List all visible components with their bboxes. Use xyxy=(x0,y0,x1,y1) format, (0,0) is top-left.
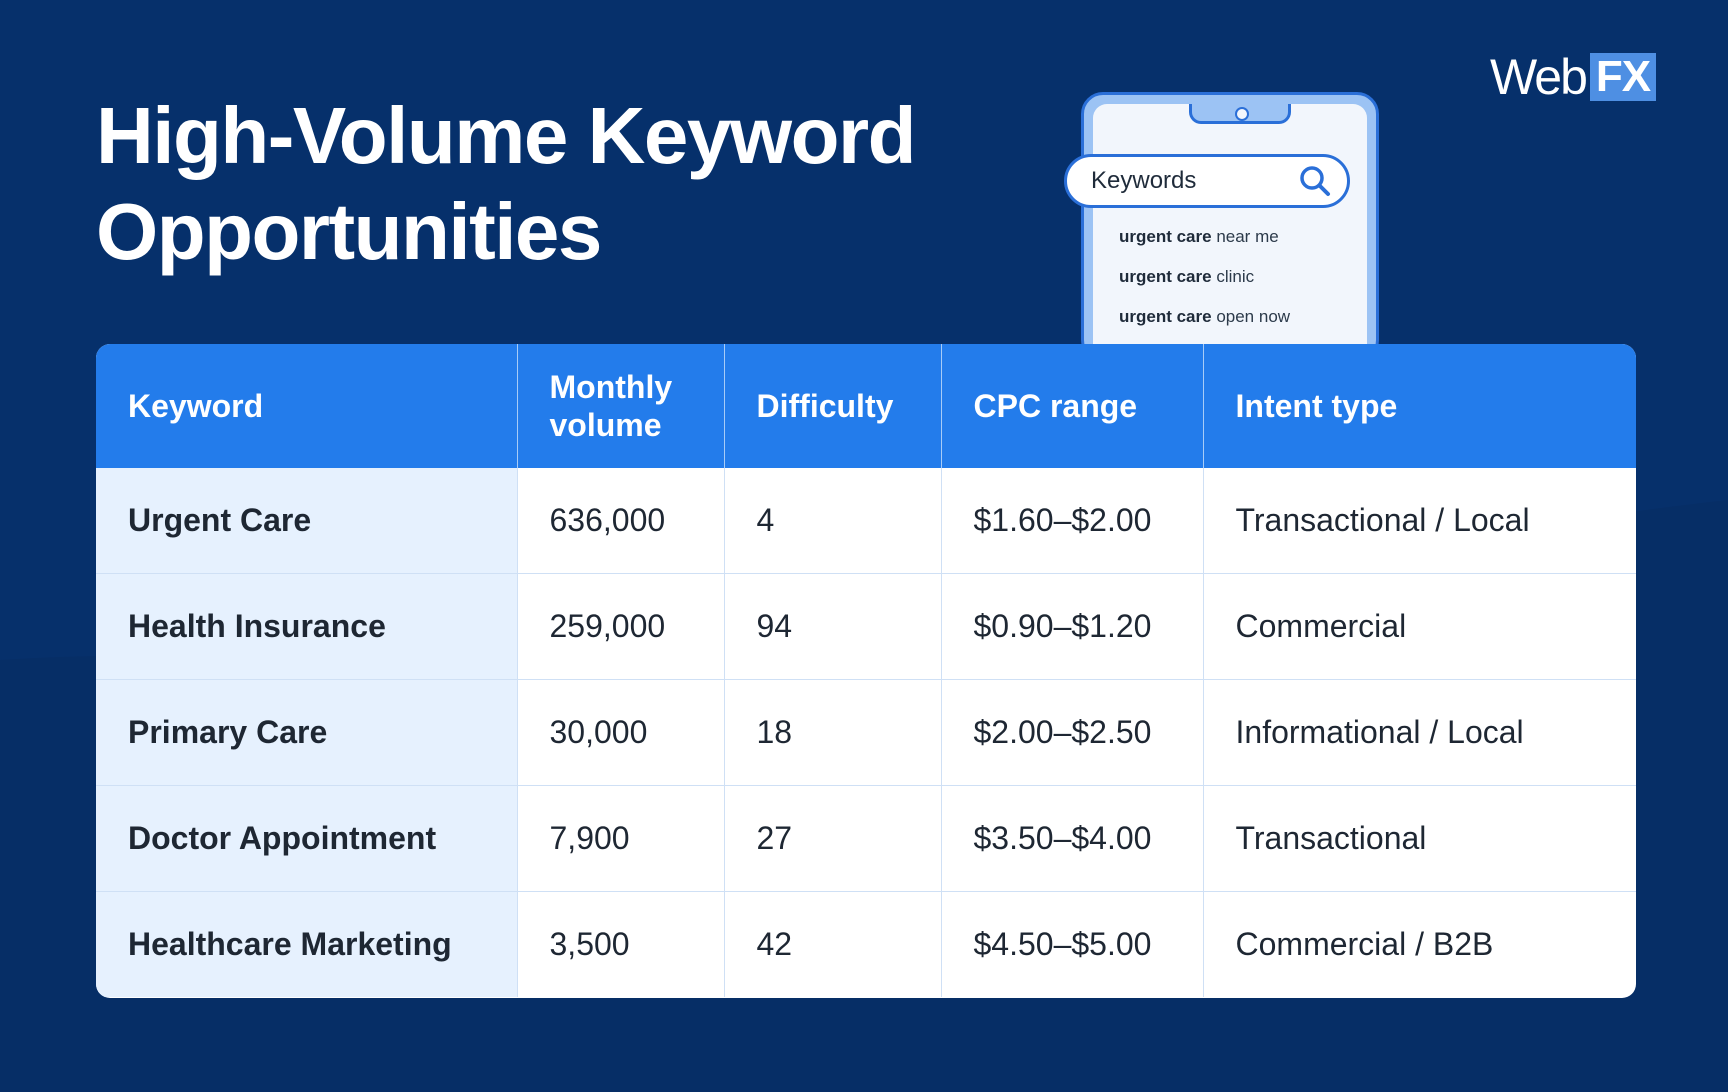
search-input-text: Keywords xyxy=(1091,167,1197,194)
camera-icon xyxy=(1235,107,1249,121)
cell-volume: 3,500 xyxy=(516,891,724,997)
logo-web-text: Web xyxy=(1490,49,1588,105)
table-row: Doctor Appointment 7,900 27 $3.50–$4.00 … xyxy=(96,785,1636,892)
header-cpc-range: CPC range xyxy=(940,344,1203,468)
webfx-logo: Web FX xyxy=(1490,49,1657,105)
header-monthly-volume: Monthly volume xyxy=(516,344,724,468)
cell-difficulty: 94 xyxy=(723,573,941,680)
cell-difficulty: 42 xyxy=(723,891,941,997)
suggestion-item[interactable]: urgent care clinic xyxy=(1119,264,1290,304)
suggestion-rest: clinic xyxy=(1211,267,1255,286)
table-row: Primary Care 30,000 18 $2.00–$2.50 Infor… xyxy=(96,679,1636,786)
cell-cpc: $4.50–$5.00 xyxy=(940,891,1203,997)
cell-keyword: Primary Care xyxy=(96,679,517,786)
suggestion-bold: urgent care xyxy=(1119,227,1212,246)
cell-keyword: Healthcare Marketing xyxy=(96,891,517,997)
cell-difficulty: 18 xyxy=(723,679,941,786)
cell-intent: Transactional / Local xyxy=(1202,468,1636,574)
cell-difficulty: 27 xyxy=(723,785,941,892)
cell-keyword: Health Insurance xyxy=(96,573,517,680)
table-header-row: Keyword Monthly volume Difficulty CPC ra… xyxy=(96,344,1636,468)
cell-intent: Transactional xyxy=(1202,785,1636,892)
cell-volume: 636,000 xyxy=(516,468,724,574)
cell-volume: 259,000 xyxy=(516,573,724,680)
suggestion-rest: open now xyxy=(1211,307,1291,326)
suggestion-bold: urgent care xyxy=(1119,267,1212,286)
table-row: Urgent Care 636,000 4 $1.60–$2.00 Transa… xyxy=(96,468,1636,574)
page-title: High-Volume Keyword Opportunities xyxy=(96,88,916,280)
search-suggestions: urgent care near me urgent care clinic u… xyxy=(1119,224,1290,344)
cell-intent: Informational / Local xyxy=(1202,679,1636,786)
cell-keyword: Doctor Appointment xyxy=(96,785,517,892)
suggestion-bold: urgent care xyxy=(1119,307,1212,326)
suggestion-item[interactable]: urgent care near me xyxy=(1119,224,1290,264)
header-intent-type: Intent type xyxy=(1202,344,1636,468)
cell-difficulty: 4 xyxy=(723,468,941,574)
suggestion-item[interactable]: urgent care open now xyxy=(1119,304,1290,344)
phone-notch xyxy=(1189,104,1291,124)
cell-cpc: $0.90–$1.20 xyxy=(940,573,1203,680)
logo-fx-badge: FX xyxy=(1589,53,1657,101)
search-icon[interactable] xyxy=(1295,161,1335,201)
cell-intent: Commercial / B2B xyxy=(1202,891,1636,997)
header-keyword: Keyword xyxy=(96,344,517,468)
table-row: Health Insurance 259,000 94 $0.90–$1.20 … xyxy=(96,573,1636,680)
table-row: Healthcare Marketing 3,500 42 $4.50–$5.0… xyxy=(96,891,1636,997)
cell-cpc: $2.00–$2.50 xyxy=(940,679,1203,786)
search-input[interactable]: Keywords xyxy=(1064,154,1350,208)
cell-keyword: Urgent Care xyxy=(96,468,517,574)
cell-volume: 7,900 xyxy=(516,785,724,892)
cell-intent: Commercial xyxy=(1202,573,1636,680)
cell-volume: 30,000 xyxy=(516,679,724,786)
keyword-table: Keyword Monthly volume Difficulty CPC ra… xyxy=(96,344,1636,998)
header-difficulty: Difficulty xyxy=(723,344,941,468)
cell-cpc: $1.60–$2.00 xyxy=(940,468,1203,574)
title-line-2: Opportunities xyxy=(96,187,602,276)
title-line-1: High-Volume Keyword xyxy=(96,91,916,180)
cell-cpc: $3.50–$4.00 xyxy=(940,785,1203,892)
suggestion-rest: near me xyxy=(1211,227,1279,246)
